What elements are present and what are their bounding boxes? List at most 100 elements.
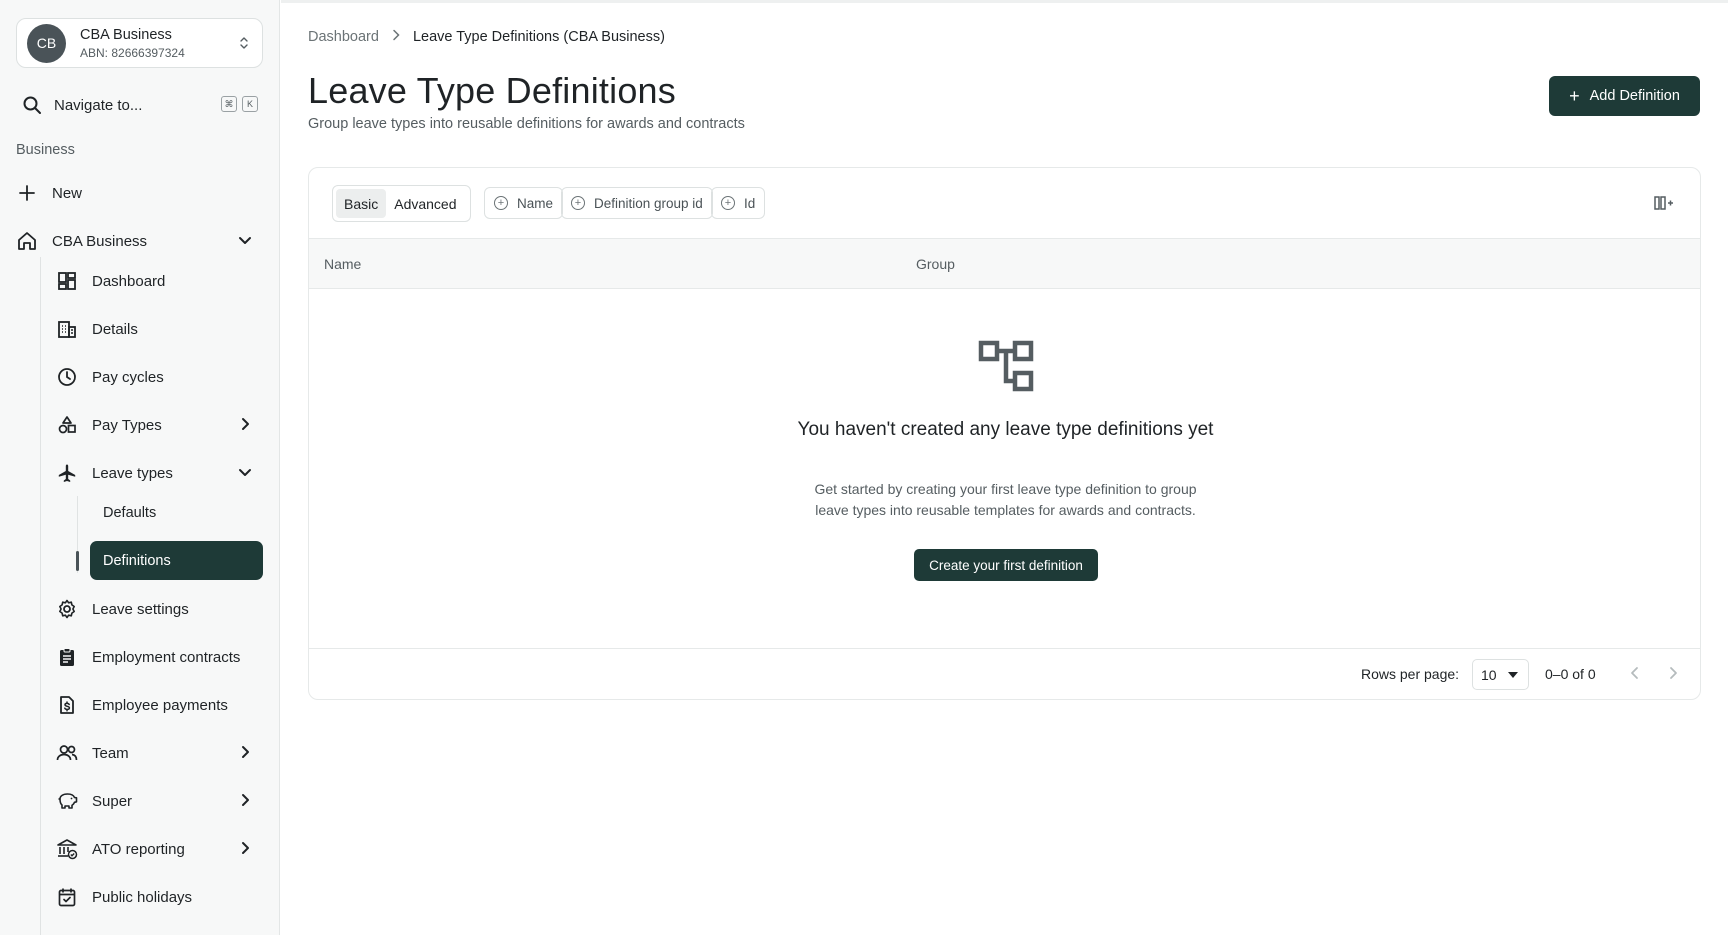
- filter-chip-definition-group-id[interactable]: + Definition group id: [561, 187, 713, 219]
- plane-icon: [56, 462, 78, 484]
- basic-filter-tab[interactable]: Basic: [336, 189, 387, 218]
- plus-circle-icon: +: [494, 196, 508, 210]
- sidebar-item-label: Employee payments: [92, 696, 228, 714]
- sidebar-item-pay-types[interactable]: Pay Types: [56, 407, 263, 443]
- sidebar-subitem-defaults[interactable]: Defaults: [90, 493, 263, 532]
- sidebar-item-label: Pay cycles: [92, 368, 164, 386]
- sidebar-item-pay-cycles[interactable]: Pay cycles: [56, 359, 263, 395]
- filter-chip-name[interactable]: + Name: [484, 187, 564, 219]
- sidebar-item-employment-contracts[interactable]: Employment contracts: [56, 639, 263, 675]
- business-switcher[interactable]: CB CBA Business ABN: 82666397324: [16, 18, 263, 68]
- users-icon: [56, 742, 78, 764]
- rows-per-page-select[interactable]: 10: [1472, 659, 1529, 690]
- sidebar-item-leave-types[interactable]: Leave types: [56, 455, 263, 491]
- sidebar-item-label: Dashboard: [92, 272, 166, 290]
- filter-toolbar: Basic Advanced + Name + Definition group…: [309, 168, 1700, 238]
- kbd-k: K: [242, 96, 258, 112]
- sidebar: CB CBA Business ABN: 82666397324 Navigat…: [0, 0, 280, 935]
- plus-circle-icon: +: [571, 196, 585, 210]
- gear-icon: [56, 598, 78, 620]
- empty-state-title: You haven't created any leave type defin…: [797, 419, 1214, 440]
- create-first-definition-button[interactable]: Create your first definition: [914, 549, 1098, 581]
- sidebar-item-label: Employment contracts: [92, 648, 241, 666]
- home-icon: [16, 230, 38, 252]
- sidebar-item-super[interactable]: Super: [56, 783, 263, 819]
- sidebar-item-label: Details: [92, 320, 138, 338]
- sidebar-item-details[interactable]: Details: [56, 311, 263, 347]
- sidebar-group-cba-business[interactable]: CBA Business: [16, 223, 263, 259]
- filter-chip-label: Id: [744, 195, 756, 211]
- sidebar-item-ato-reporting[interactable]: ATO reporting: [56, 831, 263, 867]
- table-pagination: Rows per page: 10 0–0 of 0: [309, 648, 1700, 699]
- sidebar-item-label: Leave settings: [92, 600, 189, 618]
- building-icon: [56, 318, 78, 340]
- columns-settings-icon[interactable]: [1654, 194, 1674, 217]
- chevron-down-icon: [237, 232, 253, 252]
- bank-check-icon: [56, 838, 78, 860]
- chevron-up-down-icon: [238, 34, 250, 57]
- business-abn: ABN: 82666397324: [80, 45, 185, 60]
- breadcrumb: Dashboard Leave Type Definitions (CBA Bu…: [308, 29, 665, 45]
- sidebar-item-label: Pay Types: [92, 416, 162, 434]
- new-label: New: [52, 184, 83, 202]
- dollar-file-icon: [56, 694, 78, 716]
- chevron-right-icon: [237, 792, 253, 812]
- sidebar-item-dashboard[interactable]: Dashboard: [56, 263, 263, 299]
- add-definition-button[interactable]: + Add Definition: [1549, 76, 1700, 116]
- column-header-group[interactable]: Group: [916, 256, 955, 272]
- sidebar-item-team[interactable]: Team: [56, 735, 263, 771]
- chevron-down-icon: [237, 464, 253, 484]
- section-label: Business: [16, 142, 75, 158]
- rows-per-page-value: 10: [1481, 666, 1497, 683]
- sidebar-item-label: Leave types: [92, 464, 173, 482]
- search-icon: [22, 95, 42, 115]
- main-content: Dashboard Leave Type Definitions (CBA Bu…: [281, 0, 1728, 935]
- rows-per-page-label: Rows per page:: [1361, 666, 1460, 682]
- sidebar-group-label: CBA Business: [52, 232, 148, 250]
- page-subtitle: Group leave types into reusable definiti…: [308, 116, 745, 132]
- piggy-bank-icon: [56, 790, 78, 812]
- filter-chip-label: Definition group id: [594, 195, 703, 211]
- definitions-table-card: Basic Advanced + Name + Definition group…: [308, 167, 1701, 700]
- pagination-range: 0–0 of 0: [1545, 666, 1596, 682]
- sidebar-item-label: Super: [92, 792, 133, 810]
- chevron-right-icon: [237, 416, 253, 436]
- sidebar-subitem-definitions[interactable]: Definitions: [90, 541, 263, 580]
- calendar-check-icon: [56, 886, 78, 908]
- clock-icon: [56, 366, 78, 388]
- plus-icon: +: [1569, 86, 1580, 106]
- previous-page-icon[interactable]: [1627, 665, 1643, 686]
- filter-chip-label: Name: [517, 195, 554, 211]
- shapes-icon: [56, 414, 78, 436]
- filter-chip-id[interactable]: + Id: [711, 187, 766, 219]
- kbd-cmd: ⌘: [221, 96, 237, 112]
- tree-line: [40, 257, 41, 935]
- caret-down-icon: [1508, 672, 1518, 678]
- add-definition-label: Add Definition: [1589, 88, 1680, 104]
- chevron-right-icon: [237, 840, 253, 860]
- sidebar-item-employee-payments[interactable]: Employee payments: [56, 687, 263, 723]
- sidebar-item-label: ATO reporting: [92, 840, 185, 858]
- clipboard-icon: [56, 646, 78, 668]
- plus-circle-icon: +: [721, 196, 735, 210]
- sidebar-item-public-holidays[interactable]: Public holidays: [56, 879, 263, 915]
- advanced-filter-tab[interactable]: Advanced: [386, 189, 464, 218]
- business-name: CBA Business: [80, 26, 172, 43]
- filter-mode-toggle: Basic Advanced: [332, 185, 471, 222]
- empty-state-description: Get started by creating your first leave…: [814, 481, 1197, 518]
- chevron-right-icon: [391, 29, 401, 45]
- empty-state: You haven't created any leave type defin…: [309, 289, 1700, 649]
- chevron-right-icon: [237, 744, 253, 764]
- column-header-name[interactable]: Name: [324, 256, 361, 272]
- new-button[interactable]: New: [16, 175, 263, 211]
- sidebar-item-label: Team: [92, 744, 129, 762]
- sidebar-item-label: Public holidays: [92, 888, 193, 906]
- next-page-icon[interactable]: [1665, 665, 1681, 686]
- navigate-search[interactable]: Navigate to... ⌘ K: [16, 92, 263, 118]
- active-indicator: [76, 551, 79, 571]
- breadcrumb-dashboard-link[interactable]: Dashboard: [308, 29, 379, 45]
- sidebar-item-leave-settings[interactable]: Leave settings: [56, 591, 263, 627]
- plus-icon: [16, 182, 38, 204]
- breadcrumb-current: Leave Type Definitions (CBA Business): [412, 29, 665, 45]
- page-title: Leave Type Definitions: [308, 70, 676, 111]
